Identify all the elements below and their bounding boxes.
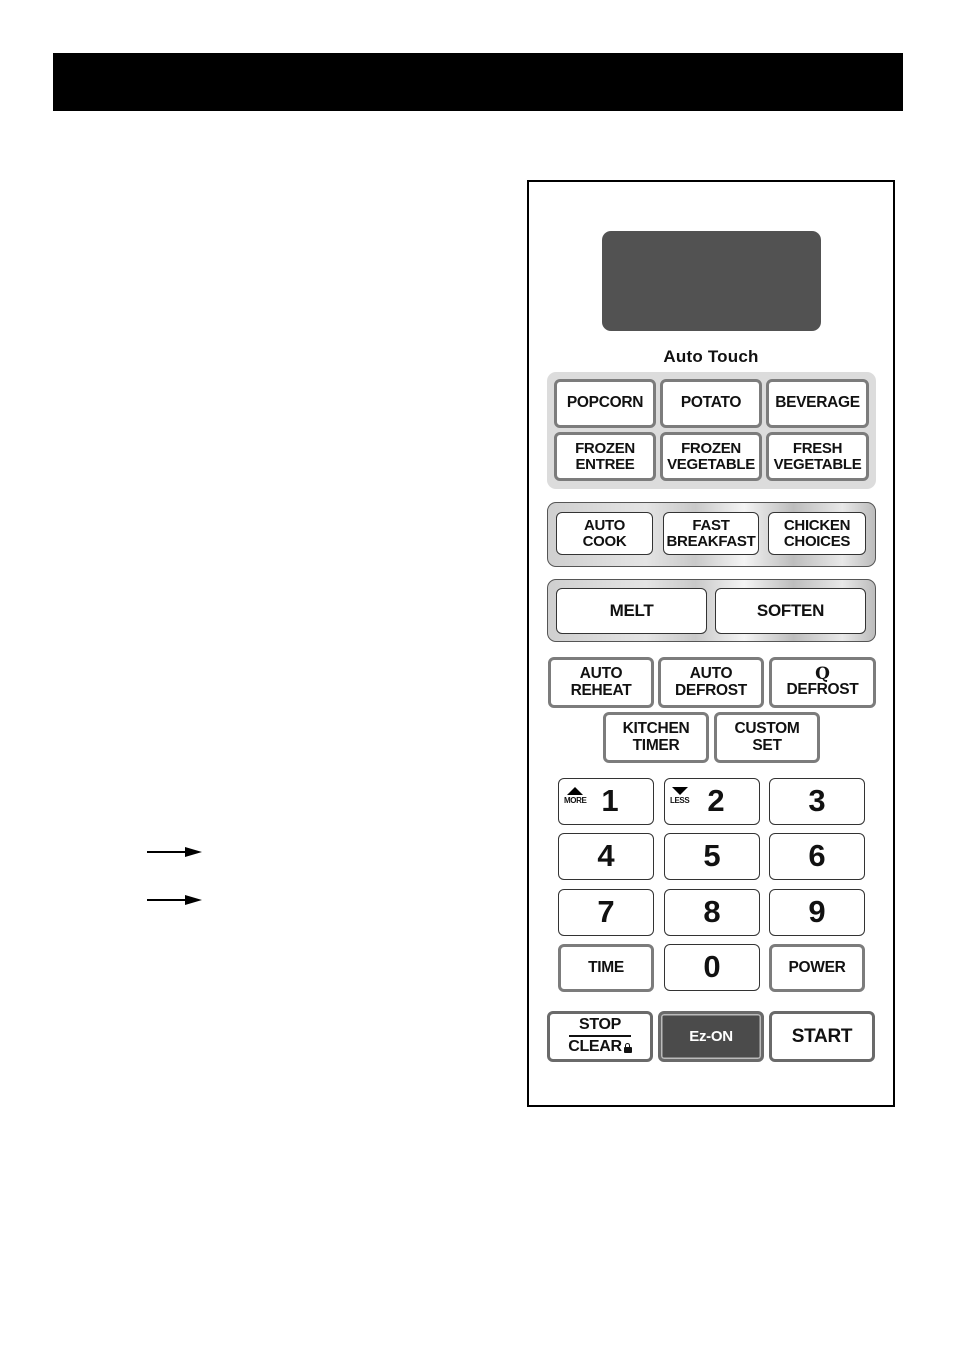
button-label: START — [791, 1025, 853, 1047]
arrow-shaft — [147, 899, 189, 901]
digit-label: 3 — [808, 783, 826, 819]
button-label-line1: AUTO — [579, 665, 623, 683]
button-label: Ez-ON — [689, 1027, 733, 1045]
button-label-line1: AUTO — [689, 665, 733, 683]
digit-label: 4 — [597, 838, 615, 874]
button-label-line2: TIMER — [632, 736, 680, 754]
digit-6-button[interactable]: 6 — [769, 833, 865, 880]
button-label: POPCORN — [566, 394, 644, 412]
less-indicator: LESS — [670, 787, 690, 805]
digit-1-more-button[interactable]: MORE 1 — [558, 778, 654, 825]
button-label-line1: FROZEN — [681, 439, 741, 457]
display-window — [602, 231, 821, 331]
digit-label: 9 — [808, 894, 826, 930]
digit-label: 5 — [703, 838, 721, 874]
fast-breakfast-button[interactable]: FAST BREAKFAST — [663, 512, 759, 555]
button-label-line2: SET — [752, 736, 782, 754]
button-label-line1: AUTO — [583, 516, 626, 534]
button-label: MELT — [609, 601, 654, 621]
potato-button[interactable]: POTATO — [660, 379, 762, 428]
button-label-line2: CHOICES — [783, 532, 851, 550]
button-label-line2: REHEAT — [570, 681, 632, 699]
button-label-line1: KITCHEN — [622, 720, 690, 738]
custom-set-button[interactable]: CUSTOM SET — [714, 712, 820, 763]
arrow-right-icon — [147, 847, 203, 857]
button-label: BEVERAGE — [775, 394, 860, 412]
soften-button[interactable]: SOFTEN — [715, 588, 866, 634]
button-label-line1: FROZEN — [575, 439, 635, 457]
quick-defrost-button[interactable]: Q DEFROST — [769, 657, 876, 708]
triangle-down-icon — [671, 787, 688, 795]
more-label: MORE — [564, 796, 587, 805]
button-label-line2: COOK — [582, 532, 627, 550]
digit-label: 8 — [703, 894, 721, 930]
clear-label-wrap: CLEAR — [568, 1037, 632, 1056]
button-label-line2: VEGETABLE — [773, 455, 862, 473]
beverage-button[interactable]: BEVERAGE — [766, 379, 869, 428]
digit-5-button[interactable]: 5 — [664, 833, 760, 880]
q-icon: Q — [815, 663, 830, 684]
arrow-right-icon — [147, 895, 203, 905]
digit-label: 1 — [601, 783, 619, 819]
button-label: POWER — [788, 958, 846, 976]
arrow-head — [185, 847, 202, 857]
button-label-line2: DEFROST — [675, 681, 747, 699]
button-label-line2: DEFROST — [786, 681, 859, 699]
button-label-line2: ENTREE — [575, 455, 635, 473]
digit-label: 7 — [597, 894, 615, 930]
auto-cook-button[interactable]: AUTO COOK — [556, 512, 653, 555]
control-panel: Auto Touch POPCORN POTATO BEVERAGE FROZE… — [527, 180, 895, 1107]
digit-7-button[interactable]: 7 — [558, 889, 654, 936]
divider-line — [569, 1035, 631, 1037]
power-button[interactable]: POWER — [769, 944, 865, 992]
button-label-line2: BREAKFAST — [666, 532, 756, 550]
button-label-line1: FRESH — [792, 439, 843, 457]
digit-2-less-button[interactable]: LESS 2 — [664, 778, 760, 825]
digit-label: 2 — [707, 783, 725, 819]
button-label-line1: CHICKEN — [783, 516, 851, 534]
stop-label: STOP — [578, 1016, 622, 1034]
triangle-up-icon — [567, 787, 584, 795]
digit-3-button[interactable]: 3 — [769, 778, 865, 825]
popcorn-button[interactable]: POPCORN — [554, 379, 656, 428]
button-label: POTATO — [680, 394, 742, 412]
kitchen-timer-button[interactable]: KITCHEN TIMER — [603, 712, 709, 763]
button-label: SOFTEN — [756, 601, 825, 621]
digit-label: 6 — [808, 838, 826, 874]
clear-label: CLEAR — [568, 1037, 622, 1055]
melt-button[interactable]: MELT — [556, 588, 707, 634]
chicken-choices-button[interactable]: CHICKEN CHOICES — [768, 512, 866, 555]
frozen-vegetable-button[interactable]: FROZEN VEGETABLE — [660, 432, 762, 481]
less-label: LESS — [670, 796, 690, 805]
ez-on-button[interactable]: Ez-ON — [658, 1011, 764, 1062]
digit-9-button[interactable]: 9 — [769, 889, 865, 936]
more-indicator: MORE — [564, 787, 587, 805]
button-label-line1: CUSTOM — [734, 720, 800, 738]
button-label: TIME — [588, 958, 624, 976]
fresh-vegetable-button[interactable]: FRESH VEGETABLE — [766, 432, 869, 481]
arrow-shaft — [147, 851, 189, 853]
frozen-entree-button[interactable]: FROZEN ENTREE — [554, 432, 656, 481]
time-button[interactable]: TIME — [558, 944, 654, 992]
digit-8-button[interactable]: 8 — [664, 889, 760, 936]
digit-label: 0 — [703, 949, 721, 985]
button-label-line2: VEGETABLE — [667, 455, 755, 473]
stop-clear-button[interactable]: STOP CLEAR — [547, 1011, 653, 1062]
digit-0-button[interactable]: 0 — [664, 944, 760, 991]
lock-icon — [623, 1042, 632, 1053]
arrow-head — [185, 895, 202, 905]
button-label-line1: FAST — [692, 516, 730, 534]
auto-reheat-button[interactable]: AUTO REHEAT — [548, 657, 654, 708]
auto-touch-title: Auto Touch — [663, 347, 759, 366]
header-bar — [53, 53, 903, 111]
auto-defrost-button[interactable]: AUTO DEFROST — [658, 657, 764, 708]
start-button[interactable]: START — [769, 1011, 875, 1062]
digit-4-button[interactable]: 4 — [558, 833, 654, 880]
